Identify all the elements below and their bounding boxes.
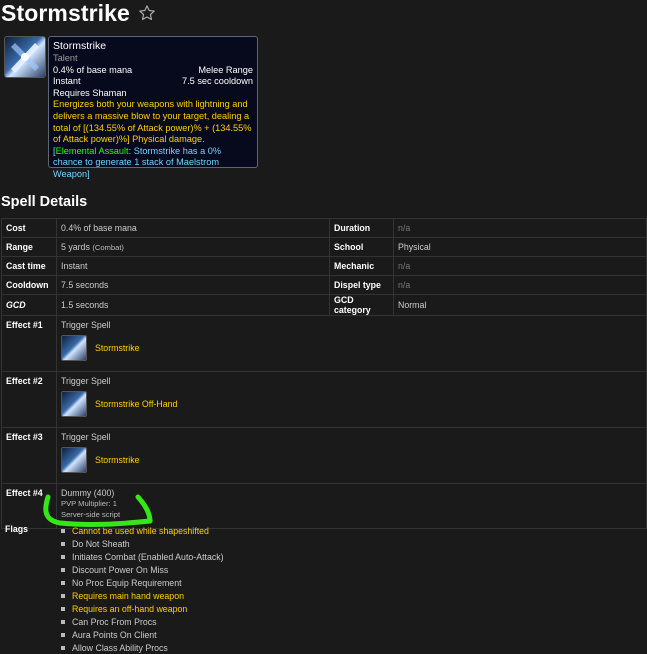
flag-item: Can Proc From Procs <box>61 615 224 628</box>
effect-type: Trigger Spell <box>61 376 111 386</box>
details-row: GCD 1.5 seconds GCD category Normal <box>1 294 647 316</box>
school-label: School <box>329 237 394 257</box>
range-cell: 5 yards (Combat) <box>56 237 330 257</box>
range-note: (Combat) <box>92 243 124 252</box>
tooltip-spell-type: Talent <box>53 53 78 63</box>
tooltip-extra: [Elemental Assault: Stormstrike has a 0%… <box>53 146 253 181</box>
effect-row: Effect #1 Trigger Spell Stormstrike <box>1 315 647 372</box>
cast-time-value: Instant <box>56 256 330 276</box>
tooltip-extra-close: ] <box>87 168 90 179</box>
cast-time-label: Cast time <box>1 256 57 276</box>
range-label: Range <box>1 237 57 257</box>
tooltip-cooldown: 7.5 sec cooldown <box>182 76 253 87</box>
section-title: Spell Details <box>1 194 88 210</box>
duration-label: Duration <box>329 218 394 238</box>
stormstrike-icon[interactable] <box>61 447 87 473</box>
page-title: Stormstrike <box>1 0 130 26</box>
effect-spell-link[interactable]: Stormstrike Off-Hand <box>95 399 177 409</box>
dispel-type-label: Dispel type <box>329 275 394 295</box>
effect-label: Effect #4 <box>1 483 57 529</box>
effect-label: Effect #3 <box>1 427 57 484</box>
effect-content: Trigger Spell Stormstrike <box>56 315 647 372</box>
spell-details-table: Cost 0.4% of base mana Duration n/a Rang… <box>1 218 647 529</box>
flag-item: No Proc Equip Requirement <box>61 576 224 589</box>
details-row: Cast time Instant Mechanic n/a <box>1 256 647 276</box>
effect-row: Effect #2 Trigger Spell Stormstrike Off-… <box>1 371 647 428</box>
stormstrike-icon[interactable] <box>61 335 87 361</box>
details-row: Range 5 yards (Combat) School Physical <box>1 237 647 257</box>
title-bar: Stormstrike <box>1 0 156 26</box>
stormstrike-spell-icon[interactable] <box>4 36 46 78</box>
range-value: 5 yards <box>61 242 90 252</box>
star-outline-icon[interactable] <box>138 4 156 22</box>
dispel-type-value: n/a <box>393 275 647 295</box>
flag-item[interactable]: Requires main hand weapon <box>61 589 224 602</box>
tooltip-extra-title: Elemental Assault <box>55 145 129 156</box>
gcd-category-value: Normal <box>393 294 647 316</box>
tooltip-spell-name: Stormstrike <box>53 40 107 52</box>
gcd-category-label: GCD category <box>329 294 394 316</box>
effect-spell-link[interactable]: Stormstrike <box>95 343 139 353</box>
effect-spell[interactable]: Stormstrike <box>61 447 642 473</box>
effect-content: Dummy (400) PVP Multiplier: 1 Server-sid… <box>56 483 647 529</box>
cooldown-label: Cooldown <box>1 275 57 295</box>
effect-spell[interactable]: Stormstrike Off-Hand <box>61 391 642 417</box>
flag-item: Do Not Sheath <box>61 537 224 550</box>
effect-label: Effect #1 <box>1 315 57 372</box>
flag-item: Initiates Combat (Enabled Auto-Attack) <box>61 550 224 563</box>
effect-spell-link[interactable]: Stormstrike <box>95 455 139 465</box>
effect-content: Trigger Spell Stormstrike <box>56 427 647 484</box>
flag-item: Discount Power On Miss <box>61 563 224 576</box>
effect-spell[interactable]: Stormstrike <box>61 335 642 361</box>
effect-row: Effect #4 Dummy (400) PVP Multiplier: 1 … <box>1 483 647 529</box>
gcd-value: 1.5 seconds <box>56 294 330 316</box>
effect-type: Trigger Spell <box>61 432 111 442</box>
effect-content: Trigger Spell Stormstrike Off-Hand <box>56 371 647 428</box>
flags-label: Flags <box>5 524 28 534</box>
cost-label: Cost <box>1 218 57 238</box>
gcd-label: GCD <box>1 294 57 316</box>
tooltip-cost-range-row: 0.4% of base mana Melee Range <box>53 65 253 77</box>
effect-label: Effect #2 <box>1 371 57 428</box>
tooltip-cast-cooldown-row: Instant 7.5 sec cooldown <box>53 76 253 88</box>
flag-item[interactable]: Cannot be used while shapeshifted <box>61 524 224 537</box>
effect-row: Effect #3 Trigger Spell Stormstrike <box>1 427 647 484</box>
effect-type: Dummy (400) <box>61 488 115 498</box>
details-row: Cooldown 7.5 seconds Dispel type n/a <box>1 275 647 295</box>
effect-type: Trigger Spell <box>61 320 111 330</box>
cost-value: 0.4% of base mana <box>56 218 330 238</box>
stormstrike-off-hand-icon[interactable] <box>61 391 87 417</box>
mechanic-label: Mechanic <box>329 256 394 276</box>
tooltip-cast: Instant <box>53 76 81 87</box>
school-value: Physical <box>393 237 647 257</box>
tooltip-cost: 0.4% of base mana <box>53 64 133 75</box>
effect-pvp-multiplier: PVP Multiplier: 1 <box>61 499 117 508</box>
flag-item: Aura Points On Client <box>61 628 224 641</box>
flags-list: Cannot be used while shapeshifted Do Not… <box>61 524 224 654</box>
flag-item: Allow Class Ability Procs <box>61 641 224 654</box>
duration-value: n/a <box>393 218 647 238</box>
tooltip-requires: Requires Shaman <box>53 87 127 98</box>
tooltip-description: Energizes both your weapons with lightni… <box>53 99 252 145</box>
cooldown-value: 7.5 seconds <box>56 275 330 295</box>
effect-note: Server-side script <box>61 510 121 519</box>
tooltip-range: Melee Range <box>198 64 253 75</box>
flag-item[interactable]: Requires an off-hand weapon <box>61 602 224 615</box>
spell-tooltip: Stormstrike Talent 0.4% of base mana Mel… <box>48 36 258 179</box>
mechanic-value: n/a <box>393 256 647 276</box>
details-row: Cost 0.4% of base mana Duration n/a <box>1 218 647 238</box>
